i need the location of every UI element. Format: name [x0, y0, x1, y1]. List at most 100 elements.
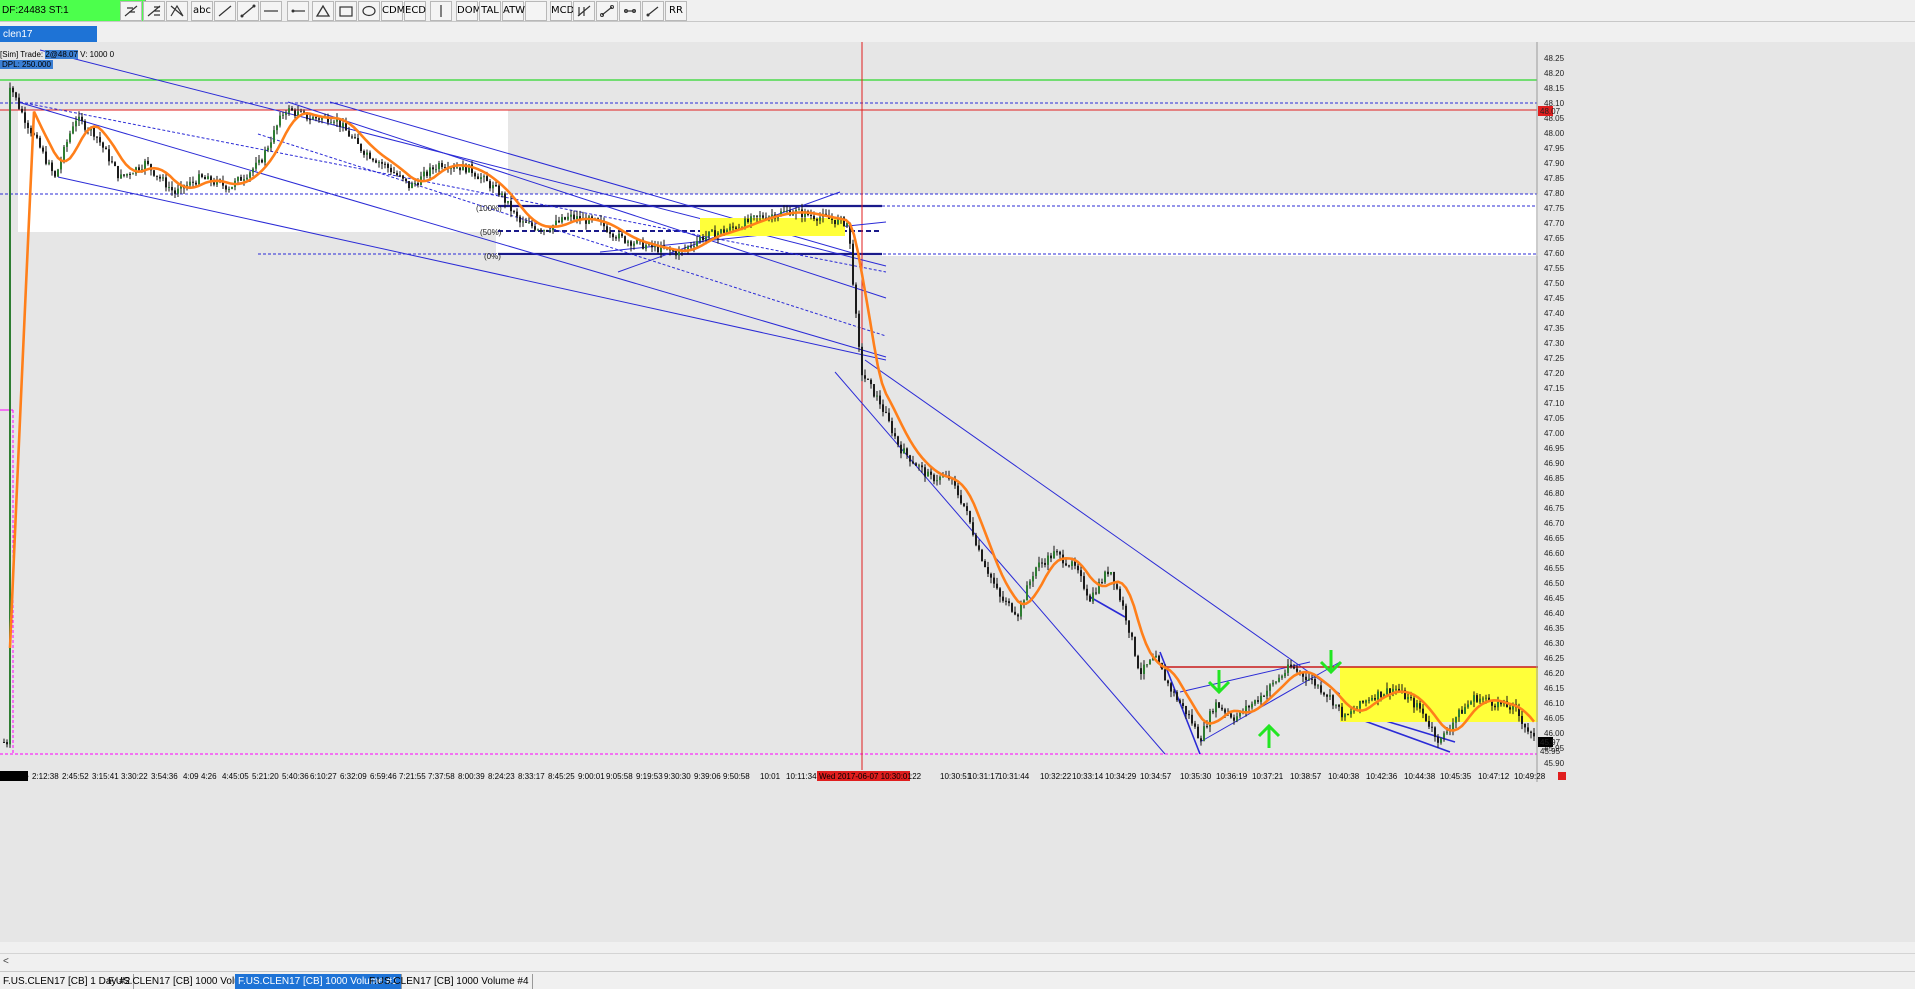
price-axis-label: 46.50: [1544, 579, 1565, 588]
scroll-marker[interactable]: [1558, 772, 1566, 780]
time-axis-label: 2:45:52: [62, 772, 89, 781]
segment-tool-button[interactable]: [596, 1, 618, 21]
atw-button[interactable]: ATW: [502, 1, 525, 21]
price-axis-label: 47.25: [1544, 354, 1565, 363]
dom-button[interactable]: DOM: [456, 1, 481, 21]
ray-tool-button[interactable]: [214, 1, 236, 21]
candle-body: [918, 465, 920, 467]
candle-body: [753, 215, 755, 217]
cursor-tool-button[interactable]: [430, 1, 452, 21]
ellipse-tool-button[interactable]: [358, 1, 380, 21]
time-axis[interactable]: 2:12:38 2:45:52 3:15:41 3:30:22 3:54:36 4:09 4…: [32, 772, 1546, 781]
scroll-left-arrow-icon[interactable]: <: [3, 956, 9, 967]
candle-body: [1413, 698, 1415, 708]
fib-retracement-tool-button[interactable]: [120, 1, 142, 21]
chart-canvas[interactable]: (100%) (50%) (0%) 48.2548.2048.1548.1048…: [0, 42, 1915, 942]
candle-body: [783, 210, 785, 212]
rectangle-tool-button[interactable]: [335, 1, 357, 21]
candle-body: [495, 185, 497, 187]
price-chart[interactable]: (100%) (50%) (0%) 48.25 48.20 48.15 48.10 48…: [0, 42, 1915, 942]
fib-extension-tool-button[interactable]: [143, 1, 165, 21]
candle-body: [381, 162, 383, 164]
candle-body: [1410, 697, 1412, 699]
candle-body: [1071, 561, 1073, 567]
candle-body: [1077, 565, 1079, 571]
candle-body: [813, 215, 815, 220]
candle-body: [156, 175, 158, 177]
candle-body: [435, 169, 437, 171]
candle-body: [957, 485, 959, 496]
time-axis-label: 6:32:09: [340, 772, 367, 781]
candle-body: [1116, 584, 1118, 589]
candle-body: [1467, 704, 1469, 708]
time-axis-label: 10:32:22: [1040, 772, 1072, 781]
candle-body: [96, 136, 98, 138]
candle-body: [1068, 565, 1070, 567]
candle-body: [1374, 697, 1376, 700]
price-axis-label: 47.05: [1544, 414, 1565, 423]
bottom-tab-1000vol-4[interactable]: F.US.CLEN17 [CB] 1000 Volume #4: [366, 974, 533, 989]
candle-body: [1044, 562, 1046, 565]
candle-body: [1350, 711, 1352, 715]
tal-button[interactable]: TAL: [479, 1, 501, 21]
cdm-button[interactable]: CDM: [381, 1, 405, 21]
candle-body: [273, 130, 275, 143]
candle-body: [351, 136, 353, 138]
candle-body: [393, 172, 395, 174]
candle-body: [1341, 706, 1343, 718]
candle-body: [1011, 603, 1013, 612]
candle-body: [1452, 722, 1454, 730]
candle-body: [816, 219, 818, 221]
candle-body: [1521, 715, 1523, 724]
triangle-tool-button[interactable]: [312, 1, 334, 21]
candle-body: [1362, 700, 1364, 703]
candle-body: [912, 461, 914, 464]
horizontal-scrollbar[interactable]: <: [0, 953, 1915, 969]
candle-body: [1089, 595, 1091, 602]
candle-body: [975, 534, 977, 546]
candle-body: [1386, 688, 1388, 695]
candle-body: [510, 200, 512, 212]
fib-time-tool-button[interactable]: [573, 1, 595, 21]
rr-button[interactable]: RR: [665, 1, 687, 21]
horizontal-ray-tool-button[interactable]: [287, 1, 309, 21]
candle-body: [546, 230, 548, 232]
price-axis-label: 47.15: [1544, 384, 1565, 393]
blank-button[interactable]: [525, 1, 547, 21]
candle-body: [960, 495, 962, 504]
price-axis-label: 47.00: [1544, 429, 1565, 438]
candle-body: [426, 171, 428, 176]
price-axis[interactable]: 48.2548.2048.1548.1048.0548.0047.9547.90…: [1536, 42, 1565, 782]
mcd-button[interactable]: MCD: [550, 1, 574, 21]
horizontal-line-tool-button[interactable]: [260, 1, 282, 21]
candle-body: [1035, 567, 1037, 577]
text-tool-button[interactable]: abc: [191, 1, 213, 21]
measure-tool-button[interactable]: [642, 1, 664, 21]
candle-body: [540, 229, 542, 232]
time-axis-label: 10:01: [760, 772, 781, 781]
candle-body: [864, 375, 866, 379]
candle-body: [1524, 723, 1526, 728]
candle-body: [1257, 700, 1259, 702]
time-axis-label: 10:37:21: [1252, 772, 1284, 781]
ecd-button[interactable]: ECD: [404, 1, 426, 21]
candle-body: [432, 167, 434, 170]
time-axis-label: 8:45:25: [548, 772, 575, 781]
trendline-tool-button[interactable]: [237, 1, 259, 21]
chart-symbol-tab[interactable]: clen17 May18.5.2017: [0, 26, 97, 57]
horizontal-ray-icon: [291, 9, 305, 13]
highlight-band-lower: [1340, 667, 1538, 722]
candle-body: [120, 174, 122, 179]
candle-body: [201, 174, 203, 178]
price-axis-label: 46.05: [1544, 714, 1565, 723]
candle-body: [576, 216, 578, 220]
pitchfork-tool-button[interactable]: [166, 1, 188, 21]
candle-body: [1014, 611, 1016, 615]
candle-body: [1065, 563, 1067, 566]
candle-body: [1215, 702, 1217, 713]
candle-body: [246, 177, 248, 180]
candle-body: [1344, 714, 1346, 718]
time-axis-label: 8:33:17: [518, 772, 545, 781]
candle-body: [1275, 681, 1277, 683]
price-range-tool-button[interactable]: [619, 1, 641, 21]
